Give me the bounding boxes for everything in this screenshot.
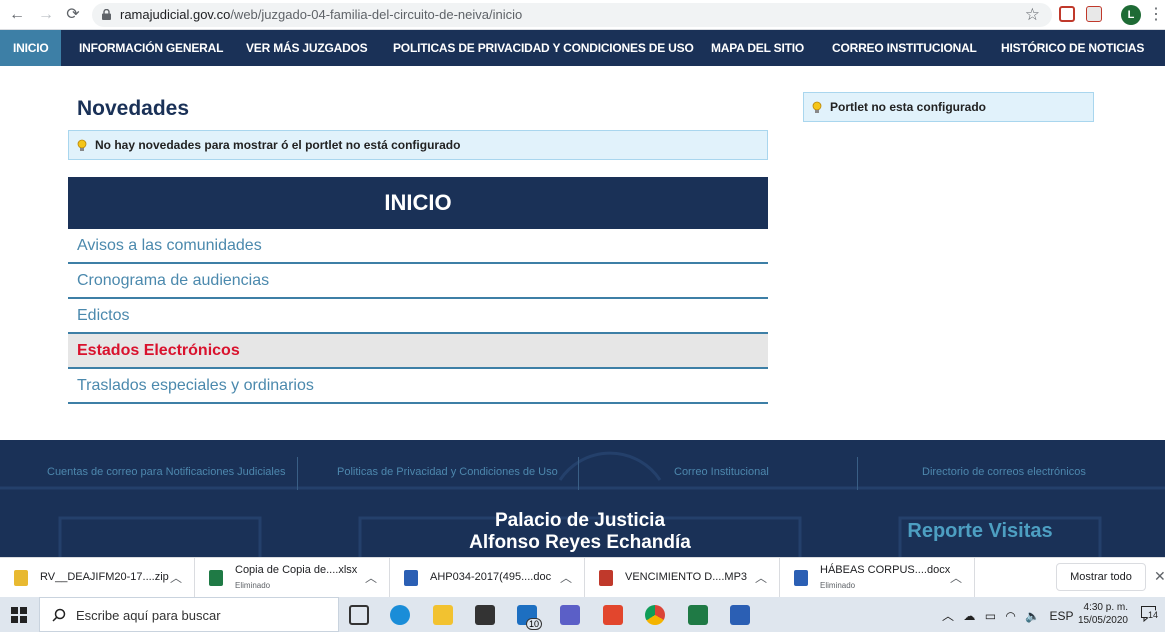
footer-divider <box>297 457 298 490</box>
nav-politicas-privacidad[interactable]: POLITICAS DE PRIVACIDAD Y CONDICIONES DE… <box>393 30 694 66</box>
windows-start-icon[interactable] <box>11 607 27 623</box>
download-status: Eliminado <box>235 581 271 590</box>
menu-link-traslados[interactable]: Traslados especiales y ordinarios <box>68 369 768 404</box>
chrome-icon[interactable] <box>645 605 665 625</box>
close-icon[interactable]: ✕ <box>1154 568 1165 585</box>
chevron-up-icon[interactable]: ︿ <box>950 569 962 586</box>
download-item[interactable]: RV__DEAJIFM20-17....zip ︿ <box>0 558 195 598</box>
site-navigation: INICIO INFORMACIÓN GENERAL VER MÁS JUZGA… <box>0 30 1165 66</box>
chevron-up-icon[interactable]: ︿ <box>560 569 572 586</box>
nav-mapa-del-sitio[interactable]: MAPA DEL SITIO <box>711 30 804 66</box>
download-status: Eliminado <box>820 581 856 590</box>
sidebar-notice: Portlet no esta configurado <box>803 92 1094 122</box>
nav-ver-mas-juzgados[interactable]: VER MÁS JUZGADOS <box>246 30 368 66</box>
word-icon[interactable] <box>730 605 750 625</box>
footer-link-cuentas-correo[interactable]: Cuentas de correo para Notificaciones Ju… <box>47 466 285 478</box>
chevron-up-icon[interactable]: ︿ <box>755 569 767 586</box>
lock-icon <box>102 9 111 20</box>
download-filename: HÁBEAS CORPUS....docx <box>820 564 951 576</box>
nav-inicio[interactable]: INICIO <box>0 30 62 66</box>
palacio-title-line2: Alfonso Reyes Echandía <box>469 532 691 553</box>
mail-icon[interactable]: 10 <box>517 605 542 630</box>
download-filename: AHP034-2017(495....doc <box>430 571 552 583</box>
downloads-bar: RV__DEAJIFM20-17....zip ︿ Copia de Copia… <box>0 557 1165 598</box>
menu-link-avisos[interactable]: Avisos a las comunidades <box>68 229 768 264</box>
mail-badge: 10 <box>525 618 542 630</box>
download-filename: Copia de Copia de....xlsx <box>235 564 358 576</box>
system-tray[interactable]: ︿ ☁ ▭ ◠ 🔈 ESP <box>942 607 1074 624</box>
menu-link-cronograma[interactable]: Cronograma de audiencias <box>68 264 768 299</box>
clock-time: 4:30 p. m. <box>1083 602 1128 613</box>
reporte-visitas-title: Reporte Visitas <box>907 520 1053 542</box>
nav-informacion-general[interactable]: INFORMACIÓN GENERAL <box>79 30 223 66</box>
inicio-menu-header: INICIO <box>68 177 768 229</box>
download-filename: RV__DEAJIFM20-17....zip <box>40 571 169 583</box>
nav-correo-institucional[interactable]: CORREO INSTITUCIONAL <box>832 30 977 66</box>
novedades-notice-text: No hay novedades para mostrar ó el portl… <box>95 138 461 152</box>
lightbulb-icon <box>812 101 822 113</box>
footer-link-correo-institucional[interactable]: Correo Institucional <box>674 466 769 478</box>
edge-browser-icon[interactable] <box>390 605 410 625</box>
palacio-title-line1: Palacio de Justicia <box>494 510 666 531</box>
menu-link-estados-electronicos[interactable]: Estados Electrónicos <box>68 334 768 369</box>
reload-icon[interactable]: ⟳ <box>63 5 83 25</box>
nav-historico-noticias[interactable]: HISTÓRICO DE NOTICIAS <box>1001 30 1144 66</box>
download-item[interactable]: Copia de Copia de....xlsx Eliminado ︿ <box>195 558 390 598</box>
menu-link-edictos[interactable]: Edictos <box>68 299 768 334</box>
footer-link-politicas[interactable]: Politicas de Privacidad y Condiciones de… <box>337 466 558 478</box>
office-icon[interactable] <box>603 605 623 625</box>
url-path: /web/juzgado-04-familia-del-circuito-de-… <box>230 7 523 22</box>
file-explorer-icon[interactable] <box>433 605 453 625</box>
footer-divider <box>857 457 858 490</box>
sidebar-notice-text: Portlet no esta configurado <box>830 100 987 114</box>
excel-icon[interactable] <box>688 605 708 625</box>
search-icon <box>52 608 66 622</box>
volume-icon[interactable]: 🔈 <box>1025 609 1040 623</box>
chevron-up-icon[interactable]: ︿ <box>170 569 182 586</box>
teams-icon[interactable] <box>560 605 580 625</box>
site-footer: Cuentas de correo para Notificaciones Ju… <box>0 440 1165 557</box>
word-file-icon <box>404 570 418 586</box>
download-item[interactable]: HÁBEAS CORPUS....docx Eliminado ︿ <box>780 558 975 598</box>
windows-taskbar: Escribe aquí para buscar 10 ︿ ☁ ▭ ◠ 🔈 ES… <box>0 597 1165 632</box>
excel-file-icon <box>209 570 223 586</box>
wifi-icon[interactable]: ◠ <box>1005 609 1015 623</box>
taskbar-clock[interactable]: 4:30 p. m. 15/05/2020 <box>1072 601 1128 627</box>
pdf-extension-icon[interactable] <box>1086 6 1102 22</box>
url-text: ramajudicial.gov.co/web/juzgado-04-famil… <box>120 7 522 22</box>
address-bar[interactable]: ramajudicial.gov.co/web/juzgado-04-famil… <box>92 3 1052 27</box>
menu-dots-icon[interactable]: ⋮ <box>1148 5 1164 25</box>
language-indicator[interactable]: ESP <box>1050 609 1074 623</box>
taskbar-search-box[interactable]: Escribe aquí para buscar <box>39 597 339 632</box>
novedades-notice: No hay novedades para mostrar ó el portl… <box>68 130 768 160</box>
forward-icon[interactable]: → <box>36 5 56 25</box>
zip-file-icon <box>14 570 28 586</box>
url-host: ramajudicial.gov.co <box>120 7 231 22</box>
chevron-up-icon[interactable]: ︿ <box>365 569 377 586</box>
audio-file-icon <box>599 570 613 586</box>
back-icon[interactable]: ← <box>7 5 27 25</box>
cloud-icon[interactable]: ☁ <box>963 609 975 623</box>
notifications-icon[interactable]: 14 <box>1141 606 1160 623</box>
battery-icon[interactable]: ▭ <box>985 609 996 623</box>
chevron-up-icon[interactable]: ︿ <box>942 609 954 623</box>
pocket-extension-icon[interactable] <box>1059 6 1075 22</box>
word-file-icon <box>794 570 808 586</box>
store-icon[interactable] <box>475 605 495 625</box>
lightbulb-icon <box>77 139 87 151</box>
profile-avatar[interactable]: L <box>1121 5 1141 25</box>
taskbar-search-placeholder: Escribe aquí para buscar <box>76 608 221 623</box>
clock-date: 15/05/2020 <box>1077 615 1128 626</box>
download-item[interactable]: AHP034-2017(495....doc ︿ <box>390 558 585 598</box>
footer-link-directorio[interactable]: Directorio de correos electrónicos <box>922 466 1086 478</box>
show-all-downloads-button[interactable]: Mostrar todo <box>1056 563 1146 591</box>
footer-divider <box>578 457 579 490</box>
task-view-icon[interactable] <box>349 605 369 625</box>
browser-toolbar: ← → ⟳ ramajudicial.gov.co/web/juzgado-04… <box>0 0 1165 30</box>
novedades-title: Novedades <box>77 97 190 120</box>
notifications-count: 14 <box>1147 610 1160 620</box>
download-filename: VENCIMIENTO D....MP3 <box>625 571 748 583</box>
bookmark-star-icon[interactable]: ☆ <box>1025 5 1040 25</box>
download-item[interactable]: VENCIMIENTO D....MP3 ︿ <box>585 558 780 598</box>
